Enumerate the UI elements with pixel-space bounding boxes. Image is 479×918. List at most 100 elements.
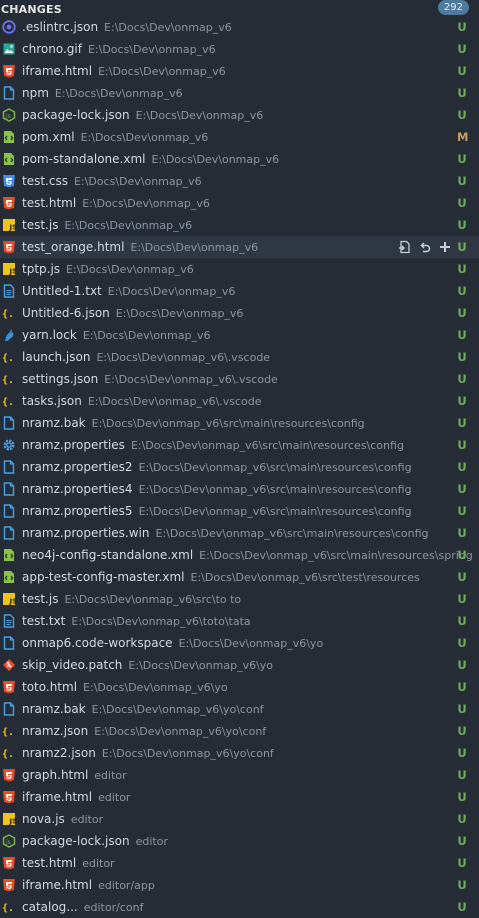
file-path: E:\Docs\Dev\onmap_v6 — [98, 65, 226, 78]
status-badge: U — [457, 592, 467, 606]
file-path: E:\Docs\Dev\onmap_v6\yo — [83, 681, 228, 694]
change-item[interactable]: nramz.bak E:\Docs\Dev\onmap_v6\yo\conf U — [0, 698, 479, 720]
status-badge: U — [457, 86, 467, 100]
change-item[interactable]: {..} tasks.jsonE:\Docs\Dev\onmap_v6\.vsco… — [0, 390, 479, 412]
file-icon — [2, 504, 16, 518]
status-badge: U — [457, 416, 467, 430]
change-item[interactable]: nramz.bak E:\Docs\Dev\onmap_v6\src\main\r… — [0, 412, 479, 434]
file-name: test.html E:\Docs\Dev\onmap_v6 — [22, 196, 210, 210]
file-path: E:\Docs\Dev\onmap_v6 — [64, 219, 193, 232]
change-item[interactable]: iframe.html editor/app U — [0, 874, 479, 896]
file-name: npm E:\Docs\Dev\onmap_v6 — [22, 86, 183, 100]
change-item[interactable]: {..} nramz.jsonE:\Docs\Dev\onmap_v6\yo\co… — [0, 720, 479, 742]
change-item[interactable]: graph.html editor U — [0, 764, 479, 786]
html-icon — [2, 790, 16, 804]
file-path: E:\Docs\Dev\onmap_v6 — [87, 43, 216, 56]
change-item[interactable]: nramz.properties.win E:\Docs\Dev\onmap_v6… — [0, 522, 479, 544]
change-item[interactable]: {..} launch.jsonE:\Docs\Dev\onmap_v6\.vsc… — [0, 346, 479, 368]
change-item[interactable]: {..} Untitled-6.jsonE:\Docs\Dev\onmap_v6 U — [0, 302, 479, 324]
change-item[interactable]: test.css E:\Docs\Dev\onmap_v6 U — [0, 170, 479, 192]
file-name: chrono.gif E:\Docs\Dev\onmap_v6 — [22, 42, 216, 56]
change-item[interactable]: neo4j-config-standalone.xml E:\Docs\Dev\o… — [0, 544, 479, 566]
change-item[interactable]: nramz.properties2 E:\Docs\Dev\onmap_v6\sr… — [0, 456, 479, 478]
change-item[interactable]: nramz.properties5 E:\Docs\Dev\onmap_v6\sr… — [0, 500, 479, 522]
file-name: settings.json E:\Docs\Dev\onmap_v6\.vscod… — [22, 372, 278, 386]
status-badge: U — [457, 504, 467, 518]
file-name: yarn.lock E:\Docs\Dev\onmap_v6 — [22, 328, 211, 342]
change-item[interactable]: {..} settings.jsonE:\Docs\Dev\onmap_v6\.v… — [0, 368, 479, 390]
change-item[interactable]: iframe.html editor U — [0, 786, 479, 808]
status-badge: U — [457, 174, 467, 188]
file-path: E:\Docs\Dev\onmap_v6 — [80, 131, 209, 144]
file-name: nramz.properties2 E:\Docs\Dev\onmap_v6\sr… — [22, 460, 412, 474]
html-icon — [2, 878, 16, 892]
change-item[interactable]: {..} nramz2.jsonE:\Docs\Dev\onmap_v6\yo\c… — [0, 742, 479, 764]
file-path: E:\Docs\Dev\onmap_v6 — [82, 197, 210, 210]
file-name: nramz.properties.win E:\Docs\Dev\onmap_v6… — [22, 526, 429, 540]
status-badge: U — [457, 284, 467, 298]
status-badge: U — [457, 526, 467, 540]
change-item[interactable]: JS tptp.js E:\Docs\Dev\onmap_v6 U — [0, 258, 479, 280]
file-path: E:\Docs\Dev\onmap_v6\yo\conf — [94, 725, 267, 738]
svg-text:JS: JS — [9, 224, 17, 232]
change-item[interactable]: nramz.properties4 E:\Docs\Dev\onmap_v6\sr… — [0, 478, 479, 500]
change-item[interactable]: js package-lock.json editor U — [0, 830, 479, 852]
status-badge: U — [457, 900, 467, 914]
file-name: nramz2.json E:\Docs\Dev\onmap_v6\yo\conf — [22, 746, 274, 760]
status-badge: U — [457, 108, 467, 122]
file-name: iframe.html editor — [22, 790, 131, 804]
change-item[interactable]: test_orange.html E:\Docs\Dev\onmap_v6 U — [0, 236, 479, 258]
open-file-icon[interactable] — [398, 240, 412, 254]
file-name: toto.html E:\Docs\Dev\onmap_v6\yo — [22, 680, 228, 694]
status-badge: U — [457, 42, 467, 56]
file-name: .eslintrc.json E:\Docs\Dev\onmap_v6 — [22, 20, 232, 34]
change-item[interactable]: test.txt E:\Docs\Dev\onmap_v6\toto\tata U — [0, 610, 479, 632]
json-icon: {..} — [2, 350, 16, 364]
change-item[interactable]: pom-standalone.xml E:\Docs\Dev\onmap_v6 U — [0, 148, 479, 170]
svg-text:{..}: {..} — [2, 309, 16, 320]
change-item[interactable]: iframe.html E:\Docs\Dev\onmap_v6 U — [0, 60, 479, 82]
change-item[interactable]: Untitled-1.txt E:\Docs\Dev\onmap_v6 U — [0, 280, 479, 302]
discard-icon[interactable] — [418, 240, 432, 254]
html-icon — [2, 768, 16, 782]
changes-header[interactable]: CHANGES 292 — [0, 0, 479, 16]
change-item[interactable]: test.html E:\Docs\Dev\onmap_v6 U — [0, 192, 479, 214]
change-item[interactable]: npm E:\Docs\Dev\onmap_v6 U — [0, 82, 479, 104]
file-path: E:\Docs\Dev\onmap_v6\yo\conf — [91, 703, 264, 716]
html-icon — [2, 680, 16, 694]
js-icon: JS — [2, 262, 16, 276]
file-path: E:\Docs\Dev\onmap_v6 — [54, 87, 183, 100]
change-item[interactable]: test.html editor U — [0, 852, 479, 874]
status-badge: U — [457, 328, 467, 342]
status-badge: U — [457, 64, 467, 78]
yarn-icon — [2, 328, 16, 342]
change-item[interactable]: JS test.js E:\Docs\Dev\onmap_v6\src\to to U — [0, 588, 479, 610]
change-item[interactable]: js package-lock.json E:\Docs\Dev\onmap_v6 U — [0, 104, 479, 126]
js-icon: JS — [2, 592, 16, 606]
status-badge: U — [457, 680, 467, 694]
change-item[interactable]: onmap6.code-workspace E:\Docs\Dev\onmap_v… — [0, 632, 479, 654]
file-name: test_orange.html E:\Docs\Dev\onmap_v6 — [22, 240, 259, 254]
git-icon — [2, 658, 16, 672]
eslint-icon — [2, 20, 16, 34]
file-name: app-test-config-master.xml E:\Docs\Dev\on… — [22, 570, 420, 584]
change-item[interactable]: skip_video.patch E:\Docs\Dev\onmap_v6\yo U — [0, 654, 479, 676]
change-item[interactable]: app-test-config-master.xml E:\Docs\Dev\on… — [0, 566, 479, 588]
change-item[interactable]: JS test.js E:\Docs\Dev\onmap_v6 U — [0, 214, 479, 236]
change-item[interactable]: JS nova.js editor U — [0, 808, 479, 830]
status-badge: U — [457, 240, 467, 254]
file-name: nramz.json E:\Docs\Dev\onmap_v6\yo\conf — [22, 724, 267, 738]
change-item[interactable]: pom.xml E:\Docs\Dev\onmap_v6 M — [0, 126, 479, 148]
change-item[interactable]: yarn.lock E:\Docs\Dev\onmap_v6 U — [0, 324, 479, 346]
html-icon — [2, 196, 16, 210]
change-item[interactable]: chrono.gif E:\Docs\Dev\onmap_v6 U — [0, 38, 479, 60]
change-item[interactable]: {..} catalog...editor/conf U — [0, 896, 479, 918]
status-badge: U — [457, 196, 467, 210]
stage-icon[interactable] — [438, 240, 452, 254]
file-path: E:\Docs\Dev\onmap_v6\src\to to — [64, 593, 242, 606]
change-item[interactable]: toto.html E:\Docs\Dev\onmap_v6\yo U — [0, 676, 479, 698]
file-path: E:\Docs\Dev\onmap_v6 — [135, 109, 264, 122]
status-badge: U — [457, 482, 467, 496]
change-item[interactable]: nramz.properties E:\Docs\Dev\onmap_v6\src… — [0, 434, 479, 456]
change-item[interactable]: .eslintrc.json E:\Docs\Dev\onmap_v6 U — [0, 16, 479, 38]
